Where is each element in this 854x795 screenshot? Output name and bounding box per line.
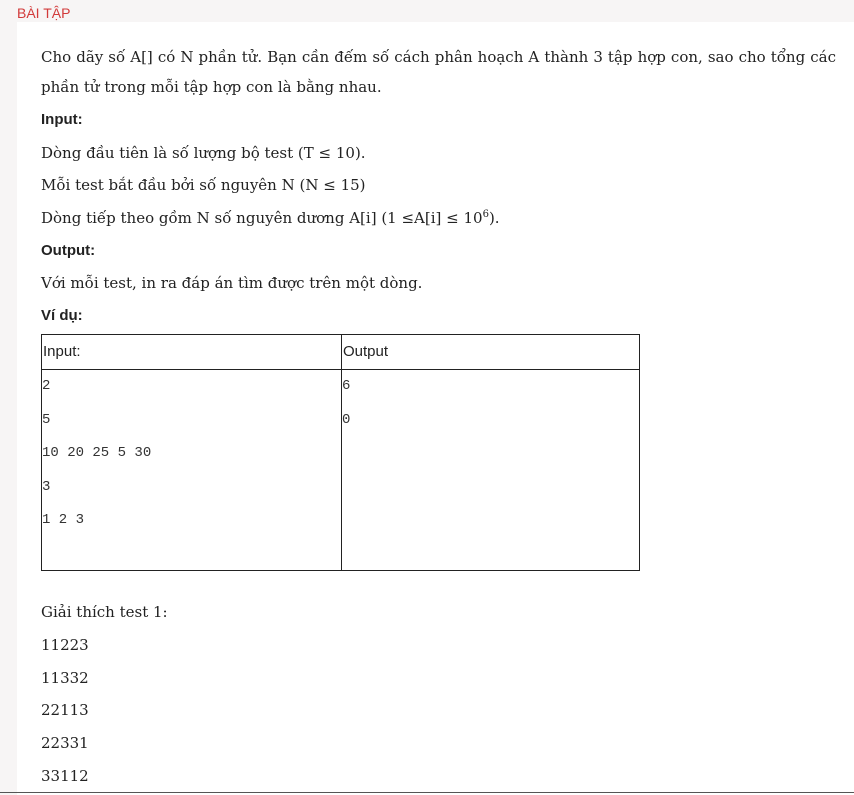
example-input-line: 5 (42, 411, 51, 428)
explanation-line: 22331 (41, 734, 89, 752)
problem-statement: Cho dãy số A[] có N phần tử. Bạn cần đếm… (41, 48, 836, 96)
explanation-line: 11332 (41, 669, 89, 687)
problem-content: Cho dãy số A[] có N phần tử. Bạn cần đếm… (17, 22, 854, 795)
example-input-line: 3 (42, 478, 51, 495)
output-column-header: Output (341, 334, 640, 370)
example-input-cell: 2 5 10 20 25 5 30 3 1 2 3 (41, 369, 342, 571)
section-header: BÀI TẬP (0, 0, 854, 22)
example-input-line: 2 (42, 378, 51, 394)
example-input-line: 1 2 3 (42, 512, 85, 528)
example-heading: Ví dụ: (41, 307, 83, 324)
example-output-cell: 6 0 (341, 369, 640, 571)
left-margin-strip (0, 22, 17, 795)
table-row: 2 5 10 20 25 5 30 3 1 2 3 6 0 (41, 369, 640, 571)
example-output-line: 6 (342, 378, 351, 394)
bottom-divider (0, 792, 854, 793)
input-column-header: Input: (41, 334, 342, 370)
explanation-line: 33112 (41, 767, 89, 785)
explanation-line: 22113 (41, 701, 89, 719)
output-description: Với mỗi test, in ra đáp án tìm được trên… (41, 274, 423, 292)
explanation-title: Giải thích test 1: (41, 603, 168, 621)
table-header-row: Input: Output (41, 334, 640, 370)
example-input-line: 10 20 25 5 30 (42, 445, 152, 461)
explanation-line: 11223 (41, 636, 89, 654)
example-table: Input: Output 2 5 10 20 25 5 30 3 1 2 3 … (41, 334, 640, 571)
example-output-line: 0 (342, 411, 351, 428)
input-heading: Input: (41, 111, 83, 128)
input-description-2: Mỗi test bắt đầu bởi số nguyên N (N ≤ 15… (41, 176, 366, 194)
input-description-3: Dòng tiếp theo gồm N số nguyên dương A[i… (41, 208, 500, 228)
input-description-1: Dòng đầu tiên là số lượng bộ test (T ≤ 1… (41, 144, 366, 162)
input-description-3-end: ). (488, 209, 500, 227)
output-heading: Output: (41, 242, 96, 259)
input-description-3-text: Dòng tiếp theo gồm N số nguyên dương A[i… (41, 209, 483, 227)
section-title: BÀI TẬP (17, 5, 71, 21)
